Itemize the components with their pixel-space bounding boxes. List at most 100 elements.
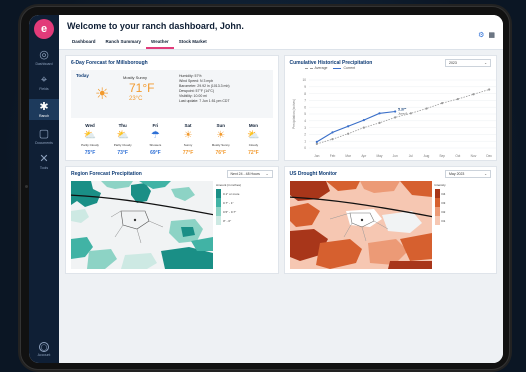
grid-menu-icon[interactable]: ▦ xyxy=(488,31,495,39)
timeframe-select-value: Next 24 - 48 Hours xyxy=(230,172,260,176)
day-name: Sat xyxy=(184,123,192,128)
timeframe-select[interactable]: Next 24 - 48 Hours ⌄ xyxy=(226,170,273,178)
pin-icon: ⌖ xyxy=(40,74,48,86)
x-tick-label: Nov xyxy=(470,154,476,158)
x-tick-label: Mar xyxy=(345,154,351,158)
drought-map[interactable] xyxy=(289,181,432,269)
today-temp-f: 71°F xyxy=(129,81,155,95)
data-point-average xyxy=(487,88,490,91)
sidebar-item-tools[interactable]: ✕ Tools xyxy=(39,153,48,170)
sprout-icon: ✱ xyxy=(39,101,49,113)
x-tick-label: Jun xyxy=(392,154,397,158)
year-select[interactable]: 2023 ⌄ xyxy=(445,59,491,67)
data-point-average xyxy=(330,138,334,141)
ruler-icon: ✕ xyxy=(39,153,49,165)
sidebar-item-label: Documents xyxy=(35,141,53,145)
today-details: Humidity: 57% Wind Speed: N 3 mph Barome… xyxy=(179,74,230,104)
day-temp: 77°F xyxy=(182,150,194,156)
data-point-average xyxy=(315,142,318,146)
tablet-frame: e ◎ Dashboard ⌖ Fields ✱ Ranch ▢ Documen… xyxy=(20,6,510,370)
drought-card: US Drought Monitor May 2023 ⌄ Intensity … xyxy=(283,166,497,274)
day-condition: Partly Cloudy xyxy=(81,143,99,147)
regional-precip-card: Region Forecast Precipitation Next 24 - … xyxy=(65,166,279,274)
regional-map[interactable] xyxy=(71,181,213,269)
legend-current: Current xyxy=(333,66,355,70)
regional-legend: Amount (in inches) 0.1" or more 0.7" - 1… xyxy=(216,183,241,225)
day-condition: Cloudy xyxy=(248,143,259,147)
sun-icon: ☀ xyxy=(95,86,110,103)
data-point-average xyxy=(424,107,428,110)
y-tick-label: 3 xyxy=(304,126,306,130)
app-logo[interactable]: e xyxy=(34,19,54,39)
day-name: Thu xyxy=(118,123,127,128)
legend-row: D3 xyxy=(434,198,446,207)
x-tick-label: Dec xyxy=(486,154,492,158)
day-name: Wed xyxy=(85,123,95,128)
y-tick-label: 1 xyxy=(304,139,306,143)
x-tick-label: Sep xyxy=(439,154,445,158)
settings-icon[interactable]: ⚙ xyxy=(478,31,484,39)
tab-ranch-summary[interactable]: Ranch Summary xyxy=(101,37,147,49)
camera-dot xyxy=(25,185,28,188)
annotation-date: June 6 xyxy=(398,111,407,115)
data-point-current xyxy=(393,110,396,113)
background: e ◎ Dashboard ⌖ Fields ✱ Ranch ▢ Documen… xyxy=(0,0,526,372)
data-point-average xyxy=(393,116,396,119)
day-forecast: Sun ☀ Mostly Sunny 76°F xyxy=(206,123,236,156)
legend-row: D1 xyxy=(434,216,446,225)
day-temp: 73°F xyxy=(117,150,128,156)
today-temp-c: 23°C xyxy=(129,96,143,102)
day-temp: 76°F xyxy=(215,150,227,156)
day-name: Fri xyxy=(152,123,159,128)
chevron-down-icon: ⌄ xyxy=(484,172,487,176)
chart-legend: Average Current xyxy=(304,66,355,70)
data-point-average xyxy=(471,93,475,96)
legend-row: 0.7" - 1" xyxy=(216,198,241,207)
data-point-current xyxy=(362,119,365,122)
data-point-average xyxy=(456,97,459,101)
sun-icon: ☀ xyxy=(183,130,193,141)
y-tick-label: 8 xyxy=(304,92,306,96)
user-icon: ◯ xyxy=(39,342,49,352)
day-name: Mon xyxy=(248,123,259,128)
x-tick-label: Oct xyxy=(455,154,460,158)
series-line-average xyxy=(316,89,489,145)
tab-bar: Dashboard Ranch Summary Weather Stock Ma… xyxy=(67,37,495,49)
partly-cloudy-icon: ⛅ xyxy=(116,130,129,141)
legend-average: Average xyxy=(304,66,327,70)
sidebar-item-label: Fields xyxy=(39,87,49,91)
sidebar-item-dashboard[interactable]: ◎ Dashboard xyxy=(35,49,52,66)
data-point-current xyxy=(377,112,381,115)
day-temp: 72°F xyxy=(248,150,259,156)
month-select-value: May 2023 xyxy=(449,172,465,176)
rain-cloud-icon: ☂ xyxy=(150,130,160,141)
screen: e ◎ Dashboard ⌖ Fields ✱ Ranch ▢ Documen… xyxy=(29,15,503,363)
sidebar-item-documents[interactable]: ▢ Documents xyxy=(35,128,53,145)
dashboard-grid: 6-Day Forecast for Millsborough Today ☀ … xyxy=(59,50,503,279)
month-select[interactable]: May 2023 ⌄ xyxy=(445,170,491,178)
tab-weather[interactable]: Weather xyxy=(146,37,174,49)
sidebar-item-fields[interactable]: ⌖ Fields xyxy=(39,74,48,91)
chevron-down-icon: ⌄ xyxy=(484,61,487,65)
tab-dashboard[interactable]: Dashboard xyxy=(67,37,101,49)
day-forecast: Wed ⛅ Partly Cloudy 75°F xyxy=(75,123,105,156)
day-temp: 75°F xyxy=(84,150,96,156)
y-tick-label: 9 xyxy=(304,85,306,89)
sidebar-item-account[interactable]: ◯ Account xyxy=(37,342,51,357)
sidebar-item-label: Account xyxy=(37,353,51,357)
y-tick-label: 6 xyxy=(304,105,306,109)
partly-cloudy-icon: ⛅ xyxy=(83,130,97,141)
data-point-average xyxy=(377,121,381,124)
y-axis-label: Precipitation (inches) xyxy=(292,99,296,129)
y-tick-label: 5 xyxy=(304,112,306,116)
drought-legend: Intensity D4 D3 D2 D1 xyxy=(434,183,446,225)
regional-map-graphic xyxy=(71,181,213,269)
header: Welcome to your ranch dashboard, John. D… xyxy=(59,15,503,50)
sidebar-item-label: Ranch xyxy=(38,114,50,118)
sidebar-item-ranch[interactable]: ✱ Ranch xyxy=(29,99,59,120)
tab-stock-market[interactable]: Stock Market xyxy=(174,37,212,49)
x-tick-label: Feb xyxy=(329,154,335,158)
day-temp: 69°F xyxy=(150,150,161,156)
today-panel: Today ☀ Mostly Sunny 71°F 23°C Humidity:… xyxy=(71,70,273,118)
day-forecast: Mon ⛅ Cloudy 72°F xyxy=(238,123,268,156)
